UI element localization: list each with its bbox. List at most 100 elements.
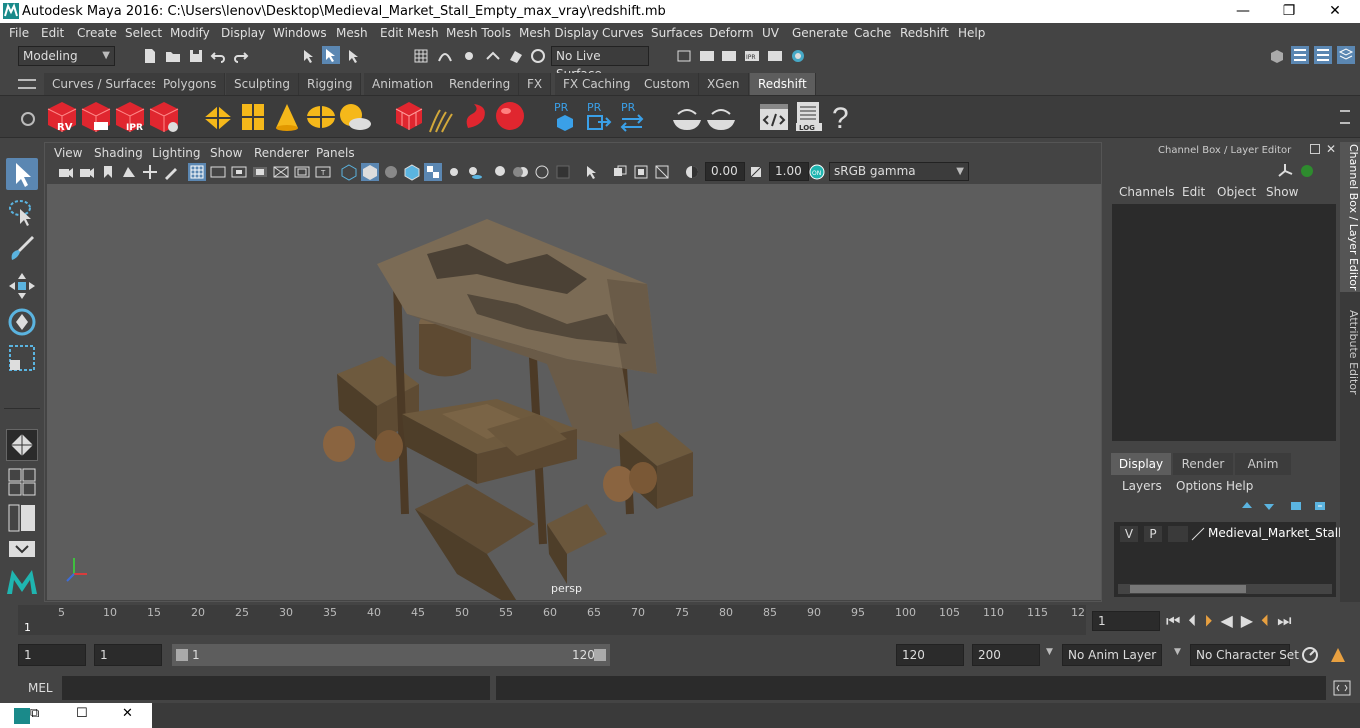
tab-xgen[interactable]: XGen (699, 73, 749, 95)
render-current-icon[interactable] (698, 47, 716, 65)
make-live-icon[interactable] (529, 47, 547, 65)
command-language-label[interactable]: MEL (28, 681, 53, 695)
hypershade-icon[interactable] (789, 47, 807, 65)
panel-menu-lighting[interactable]: Lighting (152, 146, 201, 160)
ipr-icon[interactable]: IPR (114, 100, 146, 134)
ipr-render-icon[interactable]: IPR (743, 47, 761, 65)
safe-title-icon[interactable]: T (314, 163, 332, 181)
new-layer-selected-icon[interactable] (1312, 498, 1328, 514)
shelf-scroll-icon[interactable] (1340, 110, 1350, 124)
menu-select[interactable]: Select (125, 26, 162, 40)
select-hierarchy-icon[interactable] (300, 47, 318, 65)
safe-action-icon[interactable] (293, 163, 311, 181)
menu-mesh-tools[interactable]: Mesh Tools (446, 26, 511, 40)
menu-display[interactable]: Display (221, 26, 265, 40)
restore-window-icon[interactable]: ⧉ (30, 706, 39, 721)
playback-end-field[interactable]: 120 (896, 644, 964, 666)
layer-scroll-thumb[interactable] (1130, 585, 1246, 593)
menu-deform[interactable]: Deform (709, 26, 754, 40)
side-tab-channel-box[interactable]: Channel Box / Layer Editor (1340, 142, 1360, 292)
channel-box-menu-channels[interactable]: Channels (1119, 185, 1175, 199)
rs-visibility-icon[interactable]: PR (584, 99, 612, 133)
menu-help[interactable]: Help (958, 26, 985, 40)
rs-spot-light-icon[interactable] (272, 102, 302, 132)
step-back-key-icon[interactable]: ⏵ (1204, 611, 1220, 630)
rs-object-properties-icon[interactable]: PR (551, 99, 579, 133)
use-default-material-icon[interactable] (382, 163, 400, 181)
render-settings-icon[interactable] (675, 47, 693, 65)
gamma-field[interactable]: 1.00 (769, 162, 809, 181)
layer-tab-display[interactable]: Display (1111, 453, 1171, 475)
current-frame-field[interactable]: 1 (1092, 611, 1160, 631)
single-perspective-layout-button[interactable] (6, 429, 38, 461)
layer-tab-anim[interactable]: Anim (1235, 453, 1291, 475)
view-transform-dropdown[interactable]: sRGB gamma ▼ (829, 162, 969, 181)
render-view-icon[interactable] (766, 47, 784, 65)
move-layer-down-icon[interactable] (1261, 498, 1277, 514)
tab-polygons[interactable]: Polygons (155, 73, 226, 95)
layer-name[interactable]: Medieval_Market_Stall_E (1208, 526, 1355, 540)
color-management-icon[interactable]: ON (808, 163, 826, 181)
channel-box-menu-show[interactable]: Show (1266, 185, 1298, 199)
rs-light-tiles-icon[interactable] (202, 104, 234, 132)
rs-sun-sky-icon[interactable] (338, 102, 372, 132)
gate-mask-icon[interactable] (251, 163, 269, 181)
redo-icon[interactable] (232, 47, 250, 65)
menu-set-dropdown[interactable]: Modeling ▼ (18, 46, 115, 66)
rotate-tool-button[interactable] (6, 306, 38, 338)
auto-key-icon[interactable] (1300, 645, 1320, 665)
tab-custom[interactable]: Custom (636, 73, 699, 95)
four-view-layout-button[interactable] (8, 468, 36, 496)
rs-matte-icon[interactable]: PR (618, 99, 646, 133)
rs-proxy-icon[interactable] (394, 100, 424, 132)
channel-box-toggle-icon[interactable] (1337, 46, 1355, 64)
panel-menu-show[interactable]: Show (210, 146, 242, 160)
tab-rigging[interactable]: Rigging (299, 73, 362, 95)
wireframe-icon[interactable] (340, 163, 358, 181)
render-view-rv-icon[interactable]: RV (46, 100, 78, 134)
command-input[interactable] (62, 676, 490, 700)
xray-components-icon[interactable] (653, 163, 671, 181)
play-backwards-icon[interactable]: ◀ (1220, 611, 1240, 630)
camera-select-icon[interactable] (57, 163, 75, 181)
shelf-settings-gear-icon[interactable] (21, 112, 35, 126)
anim-layer-chevron-icon[interactable]: ▼ (1046, 647, 1053, 657)
lasso-tool-button[interactable] (6, 196, 38, 228)
close-button[interactable]: ✕ (1312, 0, 1358, 23)
shadows-icon[interactable] (466, 163, 484, 181)
maximize-button[interactable]: ❐ (1266, 0, 1312, 23)
smooth-shade-icon[interactable] (361, 163, 379, 181)
menu-curves[interactable]: Curves (602, 26, 644, 40)
script-editor-icon[interactable] (1332, 679, 1352, 697)
rs-dome-light-icon[interactable] (305, 104, 337, 130)
wireframe-on-shaded-icon[interactable] (403, 163, 421, 181)
playback-start-field[interactable]: 1 (94, 644, 162, 666)
menu-edit[interactable]: Edit (41, 26, 64, 40)
panel-menu-view[interactable]: View (54, 146, 82, 160)
help-question-icon[interactable]: ? (830, 100, 854, 134)
modeling-toolkit-icon[interactable] (1268, 47, 1286, 65)
side-tab-attribute-editor[interactable]: Attribute Editor (1340, 302, 1360, 402)
layer-menu-help[interactable]: Help (1226, 479, 1253, 493)
tab-animation[interactable]: Animation (364, 73, 443, 95)
go-to-start-icon[interactable]: ⏮ (1166, 611, 1188, 630)
tab-curves-surfaces[interactable]: Curves / Surfaces (44, 73, 167, 95)
new-layer-icon[interactable] (1288, 498, 1304, 514)
rs-sphere-icon[interactable] (494, 100, 526, 132)
render-frame-icon[interactable] (720, 47, 738, 65)
tab-fx-caching[interactable]: FX Caching (555, 73, 640, 95)
anim-layer-field[interactable]: No Anim Layer (1062, 644, 1162, 666)
gamma-icon[interactable] (747, 163, 765, 181)
animation-end-field[interactable]: 200 (972, 644, 1040, 666)
float-panel-icon[interactable] (1310, 144, 1320, 154)
time-slider[interactable]: 1 5 10 15 20 25 30 35 40 45 50 55 60 65 … (0, 603, 1360, 637)
use-all-lights-icon[interactable] (445, 163, 463, 181)
paint-select-tool-button[interactable] (6, 232, 38, 264)
animation-start-field[interactable]: 1 (18, 644, 86, 666)
select-object-icon[interactable] (322, 46, 340, 64)
3d-viewport[interactable]: persp (47, 184, 1101, 600)
tab-sculpting[interactable]: Sculpting (226, 73, 300, 95)
menu-file[interactable]: File (9, 26, 29, 40)
snap-point-icon[interactable] (460, 47, 478, 65)
play-forwards-icon[interactable]: ▶ (1241, 611, 1261, 630)
